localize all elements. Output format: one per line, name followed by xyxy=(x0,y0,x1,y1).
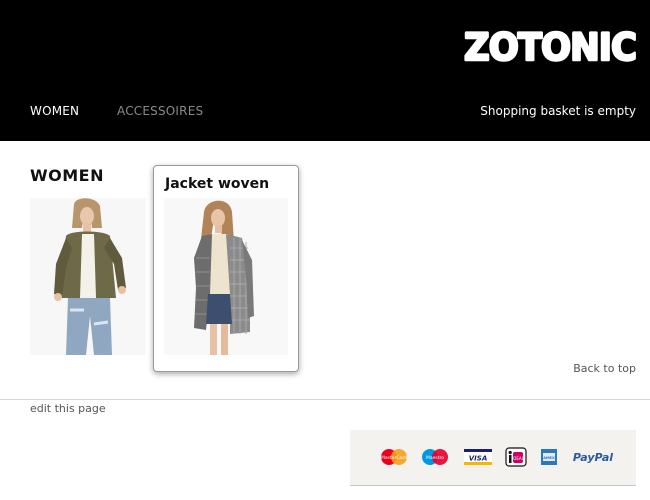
nav-item-women[interactable]: WOMEN xyxy=(30,104,79,118)
paypal-icon: PayPal xyxy=(573,451,613,464)
svg-text:MasterCard: MasterCard xyxy=(381,455,407,461)
zotonic-logo[interactable]: ZOTONIC xyxy=(462,26,638,66)
visa-icon: VISA xyxy=(464,449,492,465)
product-image-woven-jacket[interactable] xyxy=(164,198,288,355)
mastercard-icon: MasterCard xyxy=(381,449,407,465)
maestro-icon: Maestro xyxy=(422,449,448,465)
svg-text:iDEAL: iDEAL xyxy=(512,456,524,461)
nav-item-accessoires[interactable]: ACCESSOIRES xyxy=(117,104,203,118)
svg-text:ZOTONIC: ZOTONIC xyxy=(464,26,636,66)
shopping-basket-status[interactable]: Shopping basket is empty xyxy=(480,104,636,118)
product-image-olive-jacket[interactable] xyxy=(30,198,146,355)
payment-methods-bar: MasterCard Maestro VISA iDEAL AMEX PayPa… xyxy=(350,430,636,486)
edit-page-link[interactable]: edit this page xyxy=(30,402,106,415)
back-to-top-link[interactable]: Back to top xyxy=(573,362,636,375)
svg-text:Maestro: Maestro xyxy=(426,455,444,461)
ideal-icon: iDEAL xyxy=(505,447,527,467)
footer-divider xyxy=(0,399,650,400)
svg-text:VISA: VISA xyxy=(469,455,487,463)
product-title[interactable]: Jacket woven xyxy=(165,176,269,192)
page-title: WOMEN xyxy=(30,166,104,185)
svg-text:PayPal: PayPal xyxy=(573,451,613,464)
product-card-jacket-woven[interactable]: Jacket woven xyxy=(153,165,299,372)
svg-text:AMEX: AMEX xyxy=(543,456,555,460)
site-header: ZOTONIC WOMEN ACCESSOIRES Shopping baske… xyxy=(0,0,650,141)
amex-icon: AMEX xyxy=(541,449,557,465)
